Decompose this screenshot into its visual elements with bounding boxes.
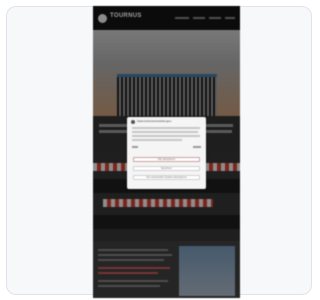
dialog-text-line: [132, 131, 198, 133]
save-label: Speichern: [160, 167, 173, 170]
accept-all-label: Alle akzeptieren: [157, 158, 176, 161]
dialog-text-line: [132, 139, 182, 141]
essential-only-label: Nur essenzielle Cookies akzeptieren: [146, 176, 187, 179]
essential-only-button[interactable]: Nur essenzielle Cookies akzeptieren: [133, 175, 200, 180]
cookie-consent-dialog: Datenschutzeinstellungen Alle akzeptiere…: [127, 117, 206, 189]
checkbox-statistics[interactable]: [193, 146, 201, 148]
dialog-text-line: [132, 135, 200, 137]
checkbox-essential[interactable]: [132, 146, 138, 148]
accept-all-button[interactable]: Alle akzeptieren: [133, 157, 200, 162]
shield-icon: [131, 120, 135, 124]
save-button[interactable]: Speichern: [133, 166, 200, 171]
dialog-title: Datenschutzeinstellungen: [137, 119, 172, 123]
dialog-text-line: [132, 127, 200, 129]
